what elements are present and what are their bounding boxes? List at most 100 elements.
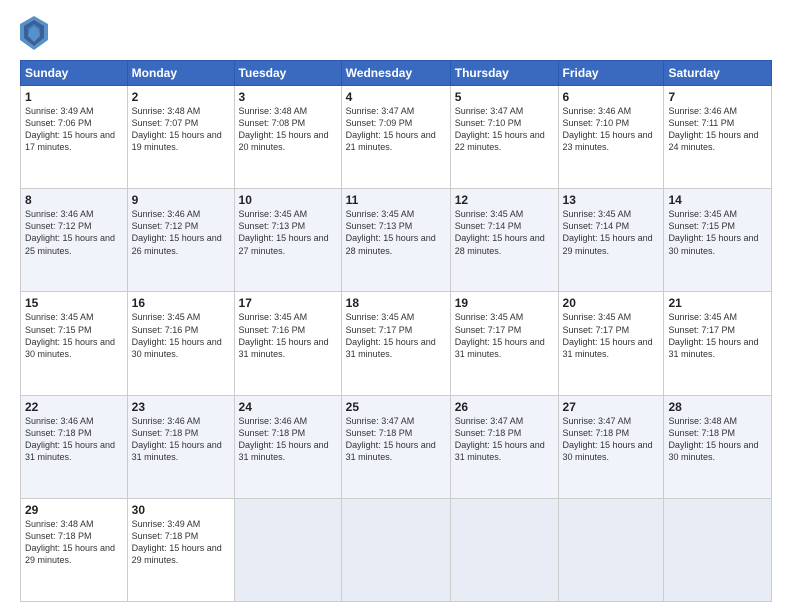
- day-info: Sunrise: 3:47 AM Sunset: 7:09 PM Dayligh…: [346, 105, 446, 154]
- calendar-week-row: 29Sunrise: 3:48 AM Sunset: 7:18 PM Dayli…: [21, 498, 772, 601]
- calendar-cell: [341, 498, 450, 601]
- day-number: 2: [132, 90, 230, 104]
- day-number: 24: [239, 400, 337, 414]
- calendar-week-row: 15Sunrise: 3:45 AM Sunset: 7:15 PM Dayli…: [21, 292, 772, 395]
- day-number: 14: [668, 193, 767, 207]
- day-info: Sunrise: 3:48 AM Sunset: 7:18 PM Dayligh…: [668, 415, 767, 464]
- calendar-cell: 28Sunrise: 3:48 AM Sunset: 7:18 PM Dayli…: [664, 395, 772, 498]
- day-info: Sunrise: 3:45 AM Sunset: 7:17 PM Dayligh…: [563, 311, 660, 360]
- calendar-cell: 24Sunrise: 3:46 AM Sunset: 7:18 PM Dayli…: [234, 395, 341, 498]
- calendar-cell: 16Sunrise: 3:45 AM Sunset: 7:16 PM Dayli…: [127, 292, 234, 395]
- calendar-cell: 22Sunrise: 3:46 AM Sunset: 7:18 PM Dayli…: [21, 395, 128, 498]
- day-number: 23: [132, 400, 230, 414]
- day-info: Sunrise: 3:45 AM Sunset: 7:16 PM Dayligh…: [132, 311, 230, 360]
- calendar-day-header: Sunday: [21, 61, 128, 86]
- day-info: Sunrise: 3:48 AM Sunset: 7:18 PM Dayligh…: [25, 518, 123, 567]
- day-info: Sunrise: 3:46 AM Sunset: 7:10 PM Dayligh…: [563, 105, 660, 154]
- calendar-cell: 1Sunrise: 3:49 AM Sunset: 7:06 PM Daylig…: [21, 86, 128, 189]
- day-info: Sunrise: 3:46 AM Sunset: 7:12 PM Dayligh…: [25, 208, 123, 257]
- day-info: Sunrise: 3:45 AM Sunset: 7:16 PM Dayligh…: [239, 311, 337, 360]
- day-number: 29: [25, 503, 123, 517]
- calendar-week-row: 22Sunrise: 3:46 AM Sunset: 7:18 PM Dayli…: [21, 395, 772, 498]
- calendar-cell: 23Sunrise: 3:46 AM Sunset: 7:18 PM Dayli…: [127, 395, 234, 498]
- day-info: Sunrise: 3:45 AM Sunset: 7:17 PM Dayligh…: [346, 311, 446, 360]
- day-info: Sunrise: 3:47 AM Sunset: 7:18 PM Dayligh…: [563, 415, 660, 464]
- day-number: 10: [239, 193, 337, 207]
- day-info: Sunrise: 3:45 AM Sunset: 7:14 PM Dayligh…: [455, 208, 554, 257]
- day-info: Sunrise: 3:46 AM Sunset: 7:18 PM Dayligh…: [132, 415, 230, 464]
- calendar-cell: 12Sunrise: 3:45 AM Sunset: 7:14 PM Dayli…: [450, 189, 558, 292]
- calendar-cell: 25Sunrise: 3:47 AM Sunset: 7:18 PM Dayli…: [341, 395, 450, 498]
- calendar-day-header: Monday: [127, 61, 234, 86]
- calendar-cell: 15Sunrise: 3:45 AM Sunset: 7:15 PM Dayli…: [21, 292, 128, 395]
- calendar-week-row: 1Sunrise: 3:49 AM Sunset: 7:06 PM Daylig…: [21, 86, 772, 189]
- calendar-cell: 11Sunrise: 3:45 AM Sunset: 7:13 PM Dayli…: [341, 189, 450, 292]
- day-number: 16: [132, 296, 230, 310]
- day-info: Sunrise: 3:47 AM Sunset: 7:10 PM Dayligh…: [455, 105, 554, 154]
- calendar-cell: 19Sunrise: 3:45 AM Sunset: 7:17 PM Dayli…: [450, 292, 558, 395]
- day-number: 22: [25, 400, 123, 414]
- calendar-cell: 7Sunrise: 3:46 AM Sunset: 7:11 PM Daylig…: [664, 86, 772, 189]
- calendar-cell: [234, 498, 341, 601]
- calendar-cell: 9Sunrise: 3:46 AM Sunset: 7:12 PM Daylig…: [127, 189, 234, 292]
- calendar-day-header: Tuesday: [234, 61, 341, 86]
- calendar-cell: 8Sunrise: 3:46 AM Sunset: 7:12 PM Daylig…: [21, 189, 128, 292]
- day-info: Sunrise: 3:47 AM Sunset: 7:18 PM Dayligh…: [455, 415, 554, 464]
- day-number: 18: [346, 296, 446, 310]
- day-number: 4: [346, 90, 446, 104]
- day-number: 6: [563, 90, 660, 104]
- calendar-cell: [558, 498, 664, 601]
- day-number: 5: [455, 90, 554, 104]
- calendar-cell: 10Sunrise: 3:45 AM Sunset: 7:13 PM Dayli…: [234, 189, 341, 292]
- calendar-cell: 6Sunrise: 3:46 AM Sunset: 7:10 PM Daylig…: [558, 86, 664, 189]
- calendar-cell: 30Sunrise: 3:49 AM Sunset: 7:18 PM Dayli…: [127, 498, 234, 601]
- logo: [20, 16, 54, 50]
- day-info: Sunrise: 3:48 AM Sunset: 7:08 PM Dayligh…: [239, 105, 337, 154]
- calendar-table: SundayMondayTuesdayWednesdayThursdayFrid…: [20, 60, 772, 602]
- day-info: Sunrise: 3:48 AM Sunset: 7:07 PM Dayligh…: [132, 105, 230, 154]
- calendar-cell: 5Sunrise: 3:47 AM Sunset: 7:10 PM Daylig…: [450, 86, 558, 189]
- day-info: Sunrise: 3:46 AM Sunset: 7:12 PM Dayligh…: [132, 208, 230, 257]
- day-info: Sunrise: 3:46 AM Sunset: 7:18 PM Dayligh…: [25, 415, 123, 464]
- calendar-cell: [450, 498, 558, 601]
- calendar-cell: 26Sunrise: 3:47 AM Sunset: 7:18 PM Dayli…: [450, 395, 558, 498]
- day-number: 19: [455, 296, 554, 310]
- calendar-header-row: SundayMondayTuesdayWednesdayThursdayFrid…: [21, 61, 772, 86]
- calendar-cell: 29Sunrise: 3:48 AM Sunset: 7:18 PM Dayli…: [21, 498, 128, 601]
- calendar-day-header: Friday: [558, 61, 664, 86]
- calendar-week-row: 8Sunrise: 3:46 AM Sunset: 7:12 PM Daylig…: [21, 189, 772, 292]
- day-info: Sunrise: 3:45 AM Sunset: 7:13 PM Dayligh…: [346, 208, 446, 257]
- day-number: 25: [346, 400, 446, 414]
- calendar-day-header: Saturday: [664, 61, 772, 86]
- calendar-cell: 14Sunrise: 3:45 AM Sunset: 7:15 PM Dayli…: [664, 189, 772, 292]
- day-number: 27: [563, 400, 660, 414]
- calendar-cell: 27Sunrise: 3:47 AM Sunset: 7:18 PM Dayli…: [558, 395, 664, 498]
- calendar-cell: 21Sunrise: 3:45 AM Sunset: 7:17 PM Dayli…: [664, 292, 772, 395]
- header: [20, 16, 772, 50]
- day-number: 28: [668, 400, 767, 414]
- day-number: 12: [455, 193, 554, 207]
- page: SundayMondayTuesdayWednesdayThursdayFrid…: [0, 0, 792, 612]
- day-info: Sunrise: 3:45 AM Sunset: 7:17 PM Dayligh…: [668, 311, 767, 360]
- day-number: 26: [455, 400, 554, 414]
- logo-icon: [20, 16, 48, 50]
- calendar-day-header: Thursday: [450, 61, 558, 86]
- calendar-cell: 20Sunrise: 3:45 AM Sunset: 7:17 PM Dayli…: [558, 292, 664, 395]
- day-info: Sunrise: 3:46 AM Sunset: 7:18 PM Dayligh…: [239, 415, 337, 464]
- calendar-cell: [664, 498, 772, 601]
- day-info: Sunrise: 3:49 AM Sunset: 7:06 PM Dayligh…: [25, 105, 123, 154]
- day-number: 9: [132, 193, 230, 207]
- calendar-cell: 17Sunrise: 3:45 AM Sunset: 7:16 PM Dayli…: [234, 292, 341, 395]
- calendar-cell: 13Sunrise: 3:45 AM Sunset: 7:14 PM Dayli…: [558, 189, 664, 292]
- day-info: Sunrise: 3:45 AM Sunset: 7:14 PM Dayligh…: [563, 208, 660, 257]
- day-info: Sunrise: 3:45 AM Sunset: 7:15 PM Dayligh…: [668, 208, 767, 257]
- calendar-cell: 3Sunrise: 3:48 AM Sunset: 7:08 PM Daylig…: [234, 86, 341, 189]
- calendar-cell: 4Sunrise: 3:47 AM Sunset: 7:09 PM Daylig…: [341, 86, 450, 189]
- day-number: 30: [132, 503, 230, 517]
- day-info: Sunrise: 3:47 AM Sunset: 7:18 PM Dayligh…: [346, 415, 446, 464]
- calendar-day-header: Wednesday: [341, 61, 450, 86]
- day-info: Sunrise: 3:45 AM Sunset: 7:13 PM Dayligh…: [239, 208, 337, 257]
- calendar-cell: 2Sunrise: 3:48 AM Sunset: 7:07 PM Daylig…: [127, 86, 234, 189]
- day-info: Sunrise: 3:45 AM Sunset: 7:15 PM Dayligh…: [25, 311, 123, 360]
- day-number: 1: [25, 90, 123, 104]
